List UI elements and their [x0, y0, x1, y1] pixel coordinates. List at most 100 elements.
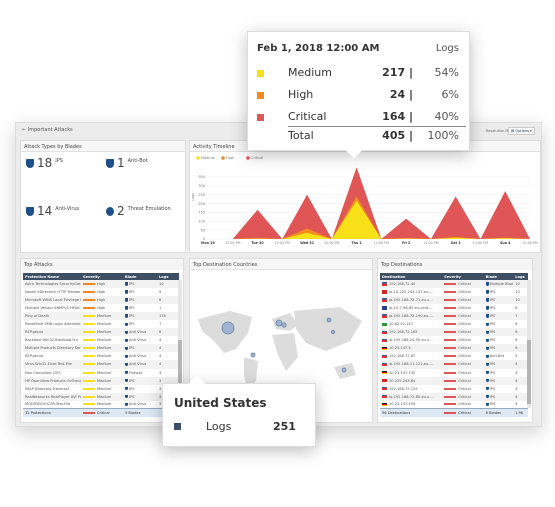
table-row[interactable]: REP.gecxo Medium Anti-Virus 6	[23, 328, 179, 337]
blade: Anti-Virus	[123, 336, 157, 344]
blade-anti-bot[interactable]: 1 Anti-Bot	[106, 157, 148, 169]
table-row[interactable]: 10.23.147.159 Critical IPS 4	[380, 401, 528, 409]
table-row[interactable]: ip-192-168-11-122.eu-... Critical IPS 4	[380, 360, 528, 369]
table-row[interactable]: 10.23.147.132 Critical IPS 4	[380, 369, 528, 377]
blade-icon	[485, 354, 489, 359]
column-header[interactable]: Logs	[156, 273, 179, 280]
x-tick-label: 12:00 PM	[275, 241, 291, 245]
table-row[interactable]: Backdoor.Win32.Bredolab.fcn Medium Anti-Vi…	[23, 336, 179, 344]
table-row[interactable]: IMAP Directory Traversal Medium IPS 3	[23, 385, 179, 393]
blade: IPS	[122, 280, 157, 289]
x-tick-label: Wed 31	[300, 241, 315, 245]
blade-icon	[124, 338, 128, 343]
blade-icon	[485, 306, 489, 310]
logs: 8	[515, 306, 518, 311]
blade: IPS	[483, 328, 514, 337]
severity-label: High	[288, 88, 314, 101]
blade-icon	[124, 362, 128, 367]
tooltip-column: Logs	[435, 43, 459, 54]
breadcrumb[interactable]: ← Important Attacks	[22, 127, 73, 133]
severity: Critical	[442, 312, 484, 321]
flag-br-icon	[382, 322, 387, 326]
severity: Critical	[442, 296, 484, 305]
blade-ips[interactable]: 18 IPS	[26, 157, 63, 169]
table-row[interactable]: ip-192-168-20-92.eu-c... Critical IPS 6	[380, 336, 528, 344]
table-row[interactable]: Novell eDirectory HTTP Headers ... High IP…	[23, 288, 179, 296]
footer-count: 32 Protections	[23, 408, 81, 417]
severity: Medium	[81, 369, 123, 377]
table-row[interactable]: ip-192-168-72-71.eu-c... Critical IPS 10	[380, 296, 528, 305]
destination: 10.23.147.132	[380, 369, 442, 377]
column-header[interactable]: Destination	[380, 273, 443, 280]
scrollbar[interactable]	[527, 280, 531, 408]
severity-label: Critical	[288, 110, 327, 123]
table-row[interactable]: HP OpenView Products OvTrace S...MediumI…	[23, 376, 179, 385]
blade-count: 1	[117, 156, 125, 170]
footer-logs: 1.9K	[513, 408, 528, 417]
column-header[interactable]: Severity	[80, 273, 123, 280]
africa-shape	[272, 333, 298, 371]
table-row[interactable]: Microsoft WINS Local Privilege Esc...Hig…	[23, 296, 179, 305]
column-header[interactable]: Severity	[442, 273, 484, 280]
blade-threat-emulation[interactable]: 2 Threat Emulation	[106, 205, 171, 217]
logs: 7	[513, 312, 528, 321]
legend-label: Medium	[201, 156, 216, 160]
x-tick-label: 12:00 PM	[374, 241, 390, 245]
destination: 192.168.72.40	[380, 280, 443, 289]
table-row[interactable]: MODIFIED-EICAR-Test-File Medium Anti-Virus…	[23, 401, 179, 409]
table-row[interactable]: Repetitive SMB Login Attempts Medium IPS 7	[23, 320, 179, 328]
table-row[interactable]: 192.168.72.129 Critical IPS 4	[380, 385, 528, 393]
severity: Medium	[81, 352, 123, 360]
blade-icon	[485, 298, 489, 302]
logs: 6	[515, 322, 518, 327]
table-row[interactable]: ip-10-7-98-85.eu-cent... Critical IPS 8	[380, 304, 528, 312]
severity: High	[80, 280, 123, 289]
logs: 6	[156, 296, 179, 305]
severity: Critical	[442, 401, 483, 409]
table-row[interactable]: ip-10-225-243-132.eu-... Critical IPS 10	[380, 288, 528, 296]
table-row[interactable]: 10.225.243.64 Critical IPS 4	[380, 376, 528, 385]
table-row[interactable]: ip-192-168-72-190.eu-... Critical IPS 7	[380, 312, 528, 321]
table-row[interactable]: RealNetworks RealPlayer AVI Pars...Mediu…	[23, 392, 179, 401]
table-row[interactable]: 192.168.72.87 Critical Anti-Bot 4	[380, 352, 528, 360]
table-header: Destination Severity Blade Logs	[380, 273, 528, 280]
logs: 4	[515, 402, 518, 407]
table-row[interactable]: 192.168.72.40CriticalMultiple Blades10	[380, 280, 528, 289]
column-header[interactable]: Blade	[483, 273, 514, 280]
destination: ip-192-168-72-190.eu-...	[380, 312, 443, 321]
logs: 178	[156, 312, 179, 321]
table-row[interactable]: 10.23.147.5 Critical IPS 6	[380, 344, 528, 353]
map-tooltip: United States Logs 251	[162, 383, 316, 447]
blade: IPS	[483, 296, 514, 305]
table-row[interactable]: Virus.Win32.Eicar.Test-File Medium Anti-Vi…	[23, 360, 179, 369]
footer-severity: Critical	[442, 408, 484, 417]
table-row[interactable]: Non Compliant CIFS Medium Firewall 3	[23, 369, 179, 377]
table-row[interactable]: 192.168.72.162 Critical IPS 6	[380, 328, 528, 337]
blade-anti-virus[interactable]: 14 Anti-Virus	[26, 205, 79, 217]
destination: 10.82.92.147	[380, 320, 442, 328]
table-row[interactable]: ip-192-168-72-80.eu-c... Critical IPS 4	[380, 392, 528, 401]
table-row[interactable]: Multiple Vendor SNMPv3 HMAC H...HighIPS1	[23, 304, 179, 312]
y-axis-label: Logs	[191, 193, 195, 201]
x-tick-label: Mon 29	[201, 241, 215, 245]
protection-name: Ping of Death	[23, 312, 81, 321]
blade-count: 14	[37, 204, 53, 218]
table-row[interactable]: Ping of Death Medium IPS 178	[23, 312, 179, 321]
column-header[interactable]: Blade	[122, 273, 157, 280]
table-row[interactable]: REP.gecxp Medium Anti-Virus 4	[23, 352, 179, 360]
column-header[interactable]: Protection Name	[23, 273, 81, 280]
table-row[interactable]: Avira Technologies SecurityGatew...HighI…	[23, 280, 179, 289]
logs: 3	[158, 370, 162, 375]
table-row[interactable]: 10.82.92.147 Critical IPS 6	[380, 320, 528, 328]
table-row[interactable]: Multiple Products Directory Serve...Medi…	[23, 344, 179, 353]
logs: 10	[515, 290, 520, 295]
severity: Critical	[442, 392, 484, 401]
options-button[interactable]: ▤ Options ▾	[508, 127, 535, 135]
total-label: Total	[288, 129, 314, 142]
tooltip-date: Feb 1, 2018 12:00 AM	[257, 43, 380, 54]
marker-ru	[326, 317, 332, 323]
marker-au	[341, 367, 347, 373]
protection-name: Microsoft WINS Local Privilege Esc...	[23, 296, 81, 305]
blade: IPS	[123, 304, 157, 312]
column-header[interactable]: Logs	[513, 273, 528, 280]
